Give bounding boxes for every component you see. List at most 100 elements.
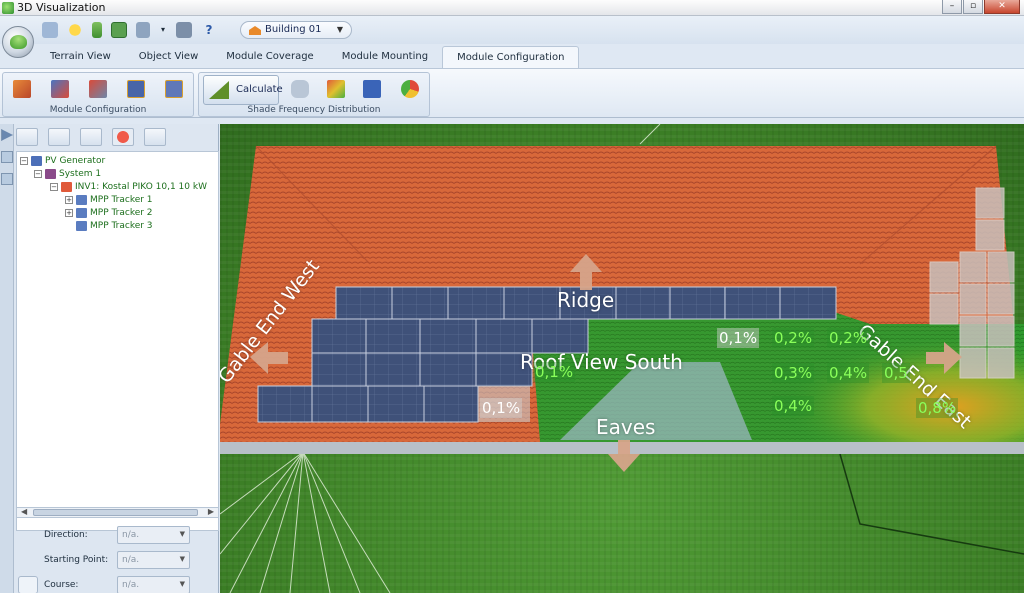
list-view-icon[interactable] (1, 151, 13, 163)
roof-configure-button[interactable] (5, 75, 39, 105)
close-button[interactable]: ✕ (984, 0, 1020, 14)
module-layout-icon (165, 80, 183, 98)
pv-generator-icon (31, 156, 42, 166)
maximize-button[interactable]: ▫ (963, 0, 983, 14)
building-selector[interactable]: Building 01 ▼ (240, 21, 352, 39)
title-bar: 3D Visualization – ▫ ✕ (0, 0, 1024, 16)
module-table-icon[interactable] (111, 22, 127, 38)
shade-value: 0,1% (533, 362, 576, 382)
tab-object-view[interactable]: Object View (125, 46, 212, 68)
scroll-left-icon[interactable]: ◀ (21, 507, 27, 516)
starting-point-value: n/a. (122, 555, 140, 565)
module-shade-icon (363, 80, 381, 98)
tracker-icon (76, 221, 87, 231)
dropdown-arrow-icon[interactable]: ▾ (159, 22, 167, 38)
add-inverter-icon[interactable] (16, 128, 38, 146)
starting-point-select[interactable]: n/a. ▼ (117, 551, 190, 569)
roof-icon (13, 80, 31, 98)
collapse-toggle[interactable]: − (34, 170, 42, 178)
pie-chart-icon (401, 80, 419, 98)
ridge-label: Ridge (557, 288, 615, 312)
shade-value: 0,2% (772, 328, 815, 348)
shade-value: 0,2% (827, 328, 870, 348)
inverter-icon (61, 182, 72, 192)
tree-node-mpp-tracker-1[interactable]: + MPP Tracker 1 (65, 195, 153, 205)
tree-structure-icon[interactable] (92, 22, 102, 38)
assign-modules-button[interactable] (43, 75, 77, 105)
shade-value: 0,8% (916, 398, 959, 418)
scrollbar-thumb[interactable] (33, 509, 198, 516)
group-label: Shade Frequency Distribution (247, 105, 381, 115)
direction-row: Direction: n/a. ▼ (16, 526, 216, 546)
direction-label: Direction: (44, 530, 88, 540)
delete-icon[interactable] (112, 128, 134, 146)
tree-node-label: INV1: Kostal PIKO 10,1 10 kW (75, 182, 207, 192)
course-select[interactable]: n/a. ▼ (117, 576, 190, 593)
expand-toggle[interactable]: + (65, 209, 73, 217)
tree-node-pv-generator[interactable]: − PV Generator (20, 156, 105, 166)
shade-value: 0,5 (882, 363, 910, 383)
tracker-icon (76, 208, 87, 218)
connect-icon[interactable] (48, 128, 70, 146)
shade-roof-button[interactable] (319, 75, 353, 105)
module-panel-button[interactable] (119, 75, 153, 105)
side-strip (0, 124, 14, 593)
collapse-toggle[interactable]: − (50, 183, 58, 191)
solar-panel-icon (127, 80, 145, 98)
window-title: 3D Visualization (17, 1, 106, 14)
course-label: Course: (44, 580, 79, 590)
minimize-button[interactable]: – (942, 0, 962, 14)
collapse-toggle[interactable]: − (20, 157, 28, 165)
shade-chart-button[interactable] (393, 75, 427, 105)
tab-module-configuration[interactable]: Module Configuration (442, 46, 580, 68)
tree-node-label: MPP Tracker 3 (90, 221, 153, 231)
module-settings-button[interactable] (81, 75, 115, 105)
collapse-icon[interactable] (1, 173, 13, 185)
modules-assign-icon (51, 80, 69, 98)
gear-icon (89, 80, 107, 98)
house-icon (249, 26, 261, 35)
left-panel: − PV Generator − System 1 − INV1: Kostal… (0, 124, 219, 593)
calculate-button[interactable]: Calculate (203, 75, 283, 105)
group-shade-frequency: Calculate Shade Frequency Distribution (198, 72, 430, 117)
expand-toggle[interactable]: + (65, 196, 73, 204)
shade-module-button[interactable] (355, 75, 389, 105)
tab-terrain-view[interactable]: Terrain View (36, 46, 125, 68)
tools-icon[interactable] (136, 22, 150, 38)
group-module-configuration: Module Configuration (2, 72, 194, 117)
course-row: Course: n/a. ▼ (16, 576, 216, 593)
tree-node-inverter[interactable]: − INV1: Kostal PIKO 10,1 10 kW (50, 182, 207, 192)
tree-scrollbar[interactable]: ◀ ▶ (16, 507, 219, 518)
calculate-label: Calculate (236, 84, 283, 95)
shade-object-icon (291, 80, 309, 98)
tree-node-mpp-tracker-3[interactable]: MPP Tracker 3 (76, 221, 153, 231)
ribbon: Module Configuration Calculate Shade Fre… (0, 68, 1024, 118)
tree-node-mpp-tracker-2[interactable]: + MPP Tracker 2 (65, 208, 153, 218)
starting-point-row: Starting Point: n/a. ▼ (16, 551, 216, 571)
direction-select[interactable]: n/a. ▼ (117, 526, 190, 544)
tab-module-mounting[interactable]: Module Mounting (328, 46, 442, 68)
split-icon[interactable] (80, 128, 102, 146)
configure-icon[interactable] (144, 128, 166, 146)
app-menu-button[interactable] (2, 26, 34, 58)
chevron-down-icon: ▼ (336, 25, 343, 34)
system-tree: − PV Generator − System 1 − INV1: Kostal… (16, 151, 219, 531)
3d-viewport[interactable]: Ridge Roof View South Eaves Gable End We… (220, 124, 1024, 593)
system-icon (45, 169, 56, 179)
module-layout-button[interactable] (157, 75, 191, 105)
help-icon[interactable]: ? (201, 22, 217, 38)
eaves-label: Eaves (596, 415, 656, 439)
shade-value: 0,3% (772, 363, 815, 383)
scroll-right-icon[interactable]: ▶ (208, 507, 214, 516)
plane-icon[interactable] (42, 22, 58, 38)
tab-module-coverage[interactable]: Module Coverage (212, 46, 327, 68)
course-icon[interactable] (18, 576, 38, 593)
tree-node-system[interactable]: − System 1 (34, 169, 101, 179)
export-icon[interactable] (176, 22, 192, 38)
shade-value: 0,4% (772, 396, 815, 416)
tree-node-label: System 1 (59, 169, 102, 179)
shade-object-button[interactable] (283, 75, 317, 105)
play-icon[interactable] (1, 129, 13, 141)
sun-icon[interactable] (67, 22, 83, 38)
group-label: Module Configuration (49, 105, 147, 115)
